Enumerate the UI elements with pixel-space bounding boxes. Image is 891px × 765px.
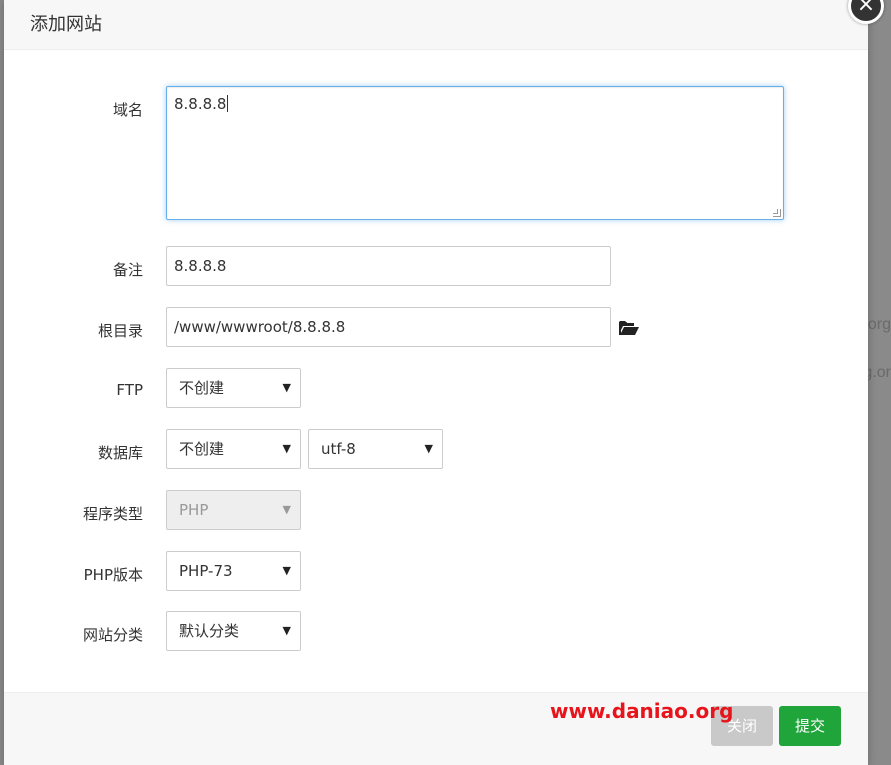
watermark-text: www.daniao.org — [550, 699, 734, 723]
program-type-selected-value: PHP — [179, 501, 209, 519]
charset-selected-value: utf-8 — [321, 440, 356, 458]
php-version-label: PHP版本 — [83, 566, 143, 584]
folder-open-icon[interactable] — [618, 319, 640, 337]
text-caret — [227, 95, 229, 112]
category-selected-value: 默认分类 — [179, 622, 240, 640]
chevron-down-icon: ▼ — [282, 624, 291, 637]
domain-textarea[interactable]: 8.8.8.8 — [166, 86, 784, 220]
remark-input[interactable]: 8.8.8.8 — [166, 246, 611, 286]
database-selected-value: 不创建 — [179, 440, 225, 458]
chevron-down-icon: ▼ — [282, 503, 291, 516]
root-dir-label: 根目录 — [97, 322, 143, 340]
category-label: 网站分类 — [82, 626, 143, 644]
root-dir-input[interactable]: /www/wwwroot/8.8.8.8 — [166, 307, 611, 347]
chevron-down-icon: ▼ — [282, 442, 291, 455]
domain-label: 域名 — [112, 101, 143, 119]
category-select[interactable]: 默认分类 ▼ — [166, 611, 301, 651]
charset-select[interactable]: utf-8 ▼ — [308, 429, 443, 469]
program-type-label: 程序类型 — [82, 505, 143, 523]
database-label: 数据库 — [97, 444, 143, 462]
resize-handle-icon[interactable] — [773, 209, 781, 217]
dialog-footer: 关闭 提交 — [4, 692, 868, 765]
chevron-down-icon: ▼ — [424, 442, 433, 455]
chevron-down-icon: ▼ — [282, 381, 291, 394]
remark-label: 备注 — [112, 261, 143, 279]
ftp-label: FTP — [116, 381, 143, 399]
domain-value: 8.8.8.8 — [174, 95, 227, 113]
submit-button[interactable]: 提交 — [779, 706, 841, 746]
database-select[interactable]: 不创建 ▼ — [166, 429, 301, 469]
add-site-dialog: 添加网站 域名 8.8.8.8 备注 8.8.8.8 根目录 /www/wwwr… — [4, 0, 868, 765]
ftp-select[interactable]: 不创建 ▼ — [166, 368, 301, 408]
chevron-down-icon: ▼ — [282, 564, 291, 577]
php-version-selected-value: PHP-73 — [179, 562, 233, 580]
php-version-select[interactable]: PHP-73 ▼ — [166, 551, 301, 591]
program-type-select: PHP ▼ — [166, 490, 301, 530]
dialog-title: 添加网站 — [4, 0, 868, 50]
ftp-selected-value: 不创建 — [179, 379, 225, 397]
